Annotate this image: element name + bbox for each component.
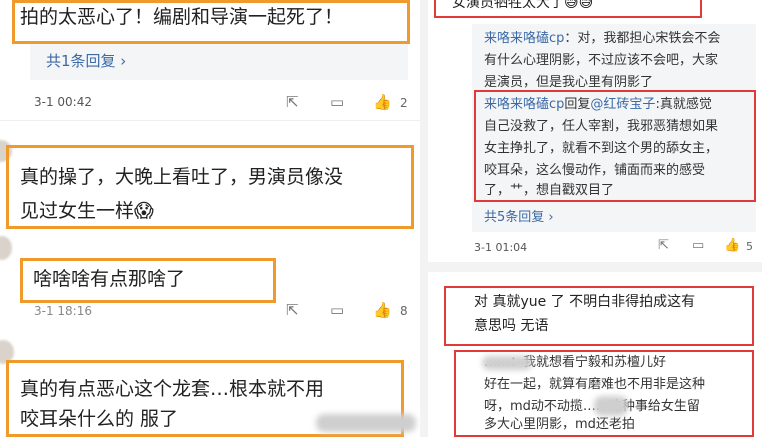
like-icon[interactable]: 👍 [724, 238, 740, 254]
comment-time: 3-1 00:42 [34, 95, 92, 109]
reply-icon[interactable]: ▭ [330, 94, 344, 110]
comment-2-line1: 真的操了，大晚上看吐了，男演员像没 [20, 166, 344, 188]
comment-4-line2: 咬耳朵什么的 服了 [20, 408, 179, 430]
divider [0, 120, 420, 121]
blurred-text [594, 396, 628, 416]
reply-1-line2: 有什么心理阴影，不过应该不会吧，大家 [484, 53, 719, 68]
comment-3-text: 啥啥啥有点那啥了 [33, 268, 186, 290]
comment-3-line4: 多大心里阴影，md还老拍 [484, 417, 635, 432]
reply-icon[interactable]: ▭ [692, 238, 704, 254]
reply-2-line5: 了，艹，想自戳双目了 [484, 183, 615, 198]
like-count: 2 [400, 96, 408, 110]
share-icon[interactable]: ⇱ [286, 94, 299, 110]
like-icon[interactable]: 👍 [373, 94, 392, 110]
reply-2-line3: 女主挣扎了，就看不到这个男的舔女主， [484, 141, 719, 156]
column-gap [420, 0, 428, 437]
like-count: 8 [400, 304, 408, 318]
reply-2-line4: 咬耳朵，这么慢动作，铺面而来的感受 [484, 163, 706, 178]
share-icon[interactable]: ⇱ [658, 238, 669, 254]
view-replies-link[interactable]: 共1条回复 › [46, 50, 126, 71]
watermark-blur [316, 414, 416, 432]
reply-author[interactable]: 来咯来咯磕cp [484, 31, 564, 46]
avatar [0, 236, 12, 260]
comment-2-line2: 意思吗 无语 [474, 318, 549, 334]
reply-2-line2: 自己没救了，任人宰割，我邪恶猜想如果 [484, 119, 719, 134]
top-comment-text: 拍的太恶心了！编剧和导演一起死了！ [20, 6, 344, 28]
comment-2-line1: 对 真就yue 了 不明白非得拍成这有 [474, 294, 696, 310]
like-count: 5 [746, 240, 753, 253]
comment-2-line2: 见过女生一样😱 [20, 200, 154, 222]
comment-time: 3-1 01:04 [474, 241, 528, 254]
reply-author[interactable]: 来咯来咯磕cp [484, 97, 564, 112]
reply-2: 来咯来咯磕cp回复@红砖宝子:真就感觉 [484, 97, 712, 112]
right-screenshot: 女演员牺牲太大了😅😅 来咯来咯磕cp：对，我都担心宋铁会不会 有什么心理阴影，不… [428, 0, 762, 437]
comment-3-line2: 好在一起，就算有磨难也不用非是这种 [484, 377, 706, 392]
reply-1: 来咯来咯磕cp：对，我都担心宋铁会不会 [484, 31, 721, 46]
share-icon[interactable]: ⇱ [286, 302, 299, 318]
mention-link[interactable]: @红砖宝子 [590, 97, 655, 112]
left-screenshot: 拍的太恶心了！编剧和导演一起死了！ 共1条回复 › 3-1 00:42 ⇱ ▭ … [0, 0, 420, 437]
top-partial-text: 女演员牺牲太大了😅😅 [452, 0, 594, 11]
comment-4-line1: 真的有点恶心这个龙套…根本就不用 [20, 378, 325, 400]
like-icon[interactable]: 👍 [373, 302, 392, 318]
reply-icon[interactable]: ▭ [330, 302, 344, 318]
blurred-name [482, 356, 532, 370]
comment-time: 3-1 18:16 [34, 304, 92, 318]
divider [428, 262, 762, 272]
view-replies-link[interactable]: 共5条回复 › [484, 206, 554, 225]
